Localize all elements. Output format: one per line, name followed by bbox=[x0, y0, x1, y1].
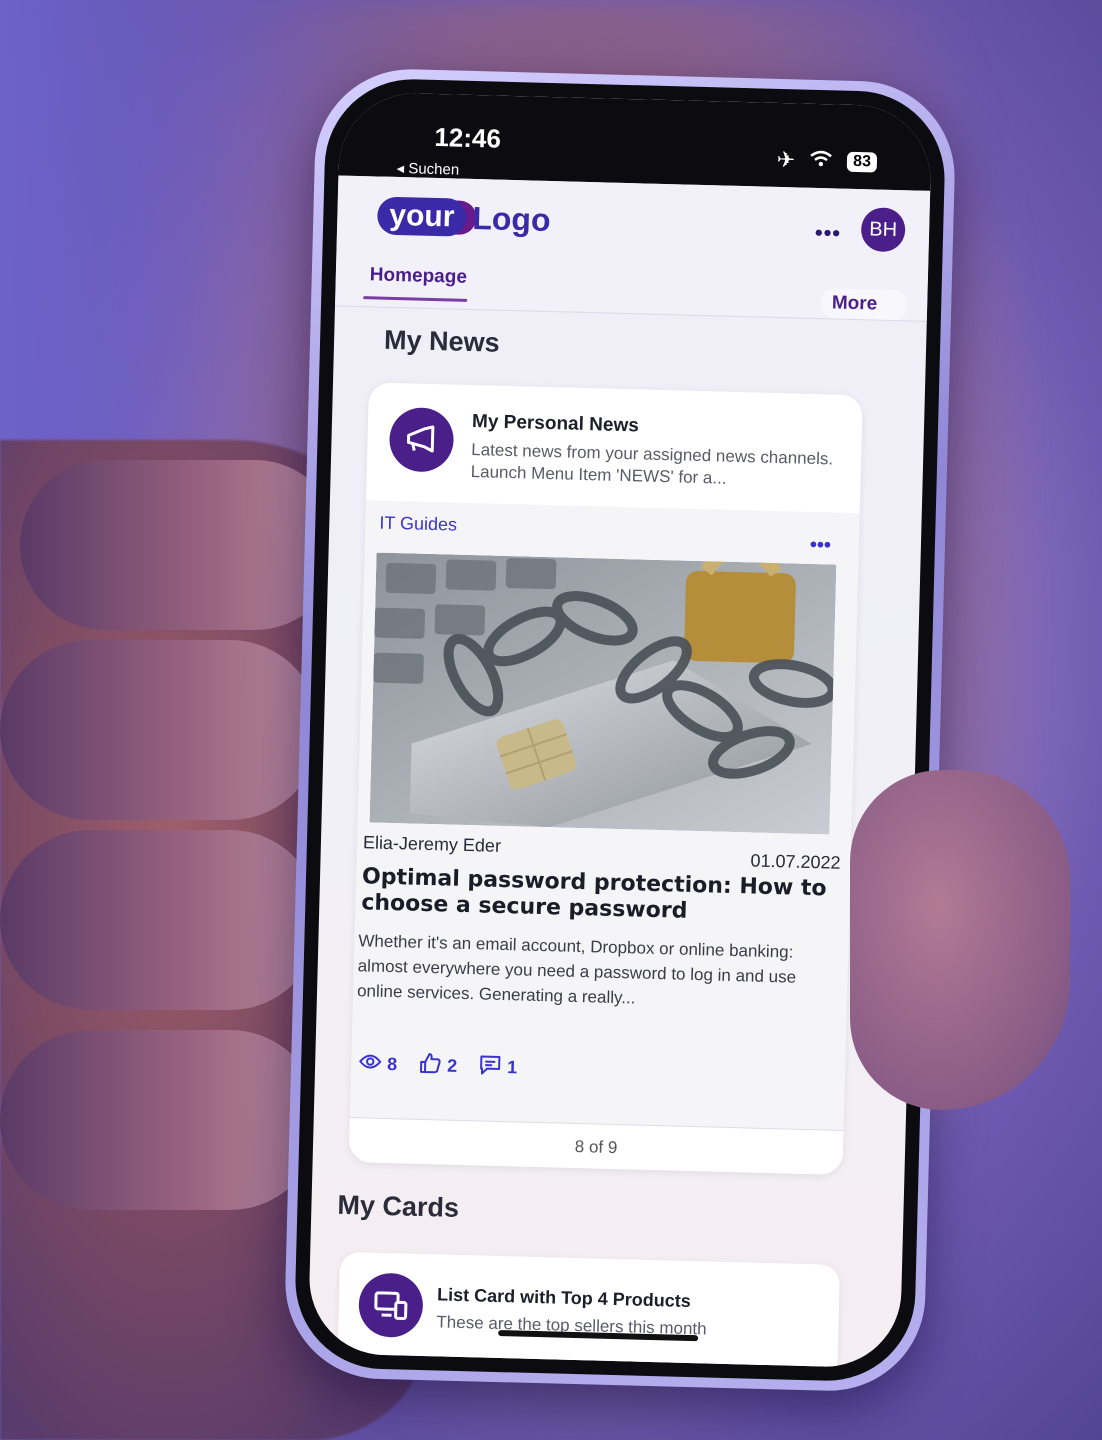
list-card[interactable]: List Card with Top 4 Products These are … bbox=[337, 1251, 841, 1369]
likes-stat[interactable]: 2 bbox=[419, 1052, 458, 1080]
phone-frame: 12:46 ◂ Suchen ✈ 83 your Logo ••• BH Hom… bbox=[282, 66, 958, 1394]
tab-homepage[interactable]: Homepage bbox=[370, 264, 468, 289]
logo-your: your bbox=[376, 196, 467, 237]
overflow-menu-icon[interactable]: ••• bbox=[815, 220, 842, 247]
news-card-header[interactable]: My Personal News Latest news from your a… bbox=[365, 382, 863, 514]
thumb bbox=[850, 770, 1070, 1110]
phone-screen: 12:46 ◂ Suchen ✈ 83 your Logo ••• BH Hom… bbox=[307, 91, 933, 1369]
news-card: My Personal News Latest news from your a… bbox=[348, 382, 863, 1175]
logo-text: Logo bbox=[471, 199, 552, 238]
comments-count: 1 bbox=[506, 1057, 518, 1078]
wifi-icon bbox=[809, 148, 834, 175]
status-time: 12:46 bbox=[434, 121, 502, 154]
news-author: Elia-Jeremy Eder bbox=[362, 832, 502, 856]
news-channel-link[interactable]: IT Guides bbox=[379, 513, 457, 536]
finger bbox=[0, 830, 320, 1010]
likes-count: 2 bbox=[446, 1055, 458, 1076]
my-news-title: My News bbox=[383, 324, 501, 358]
news-item-menu-icon[interactable]: ••• bbox=[810, 534, 832, 558]
devices-icon bbox=[358, 1272, 424, 1339]
news-image[interactable] bbox=[369, 552, 837, 835]
my-cards-title: My Cards bbox=[337, 1189, 460, 1223]
megaphone-icon bbox=[388, 406, 455, 473]
battery-indicator: 83 bbox=[846, 151, 878, 173]
views-stat: 8 bbox=[358, 1050, 398, 1078]
more-tabs-button[interactable]: More bbox=[819, 288, 908, 321]
finger bbox=[20, 460, 340, 630]
phone-bezel: 12:46 ◂ Suchen ✈ 83 your Logo ••• BH Hom… bbox=[293, 77, 947, 1383]
avatar[interactable]: BH bbox=[860, 207, 906, 253]
news-pager[interactable]: 8 of 9 bbox=[348, 1117, 844, 1175]
logo[interactable]: your Logo bbox=[376, 196, 552, 239]
news-headline[interactable]: Optimal password protection: How to choo… bbox=[361, 864, 832, 928]
back-to-search-link[interactable]: ◂ Suchen bbox=[396, 159, 459, 179]
comments-stat[interactable]: 1 bbox=[479, 1053, 518, 1081]
news-date: 01.07.2022 bbox=[750, 850, 841, 873]
news-excerpt: Whether it's an email account, Dropbox o… bbox=[356, 931, 797, 1008]
finger bbox=[0, 640, 320, 820]
views-count: 8 bbox=[386, 1054, 398, 1075]
thumbs-up-icon bbox=[419, 1052, 442, 1080]
finger bbox=[0, 1030, 320, 1210]
eye-icon bbox=[358, 1053, 382, 1075]
news-card-title: My Personal News bbox=[471, 411, 640, 437]
active-tab-indicator bbox=[363, 296, 468, 302]
app-header: your Logo ••• BH Homepage More bbox=[334, 175, 931, 322]
news-card-description: Latest news from your assigned news chan… bbox=[470, 440, 834, 488]
list-card-title: List Card with Top 4 Products bbox=[436, 1284, 692, 1312]
comment-icon bbox=[479, 1053, 502, 1081]
status-bar: 12:46 ◂ Suchen ✈ 83 bbox=[338, 91, 933, 191]
news-stats: 8 2 1 bbox=[358, 1050, 518, 1081]
airplane-icon: ✈ bbox=[776, 146, 796, 173]
status-icons: ✈ 83 bbox=[776, 146, 878, 176]
